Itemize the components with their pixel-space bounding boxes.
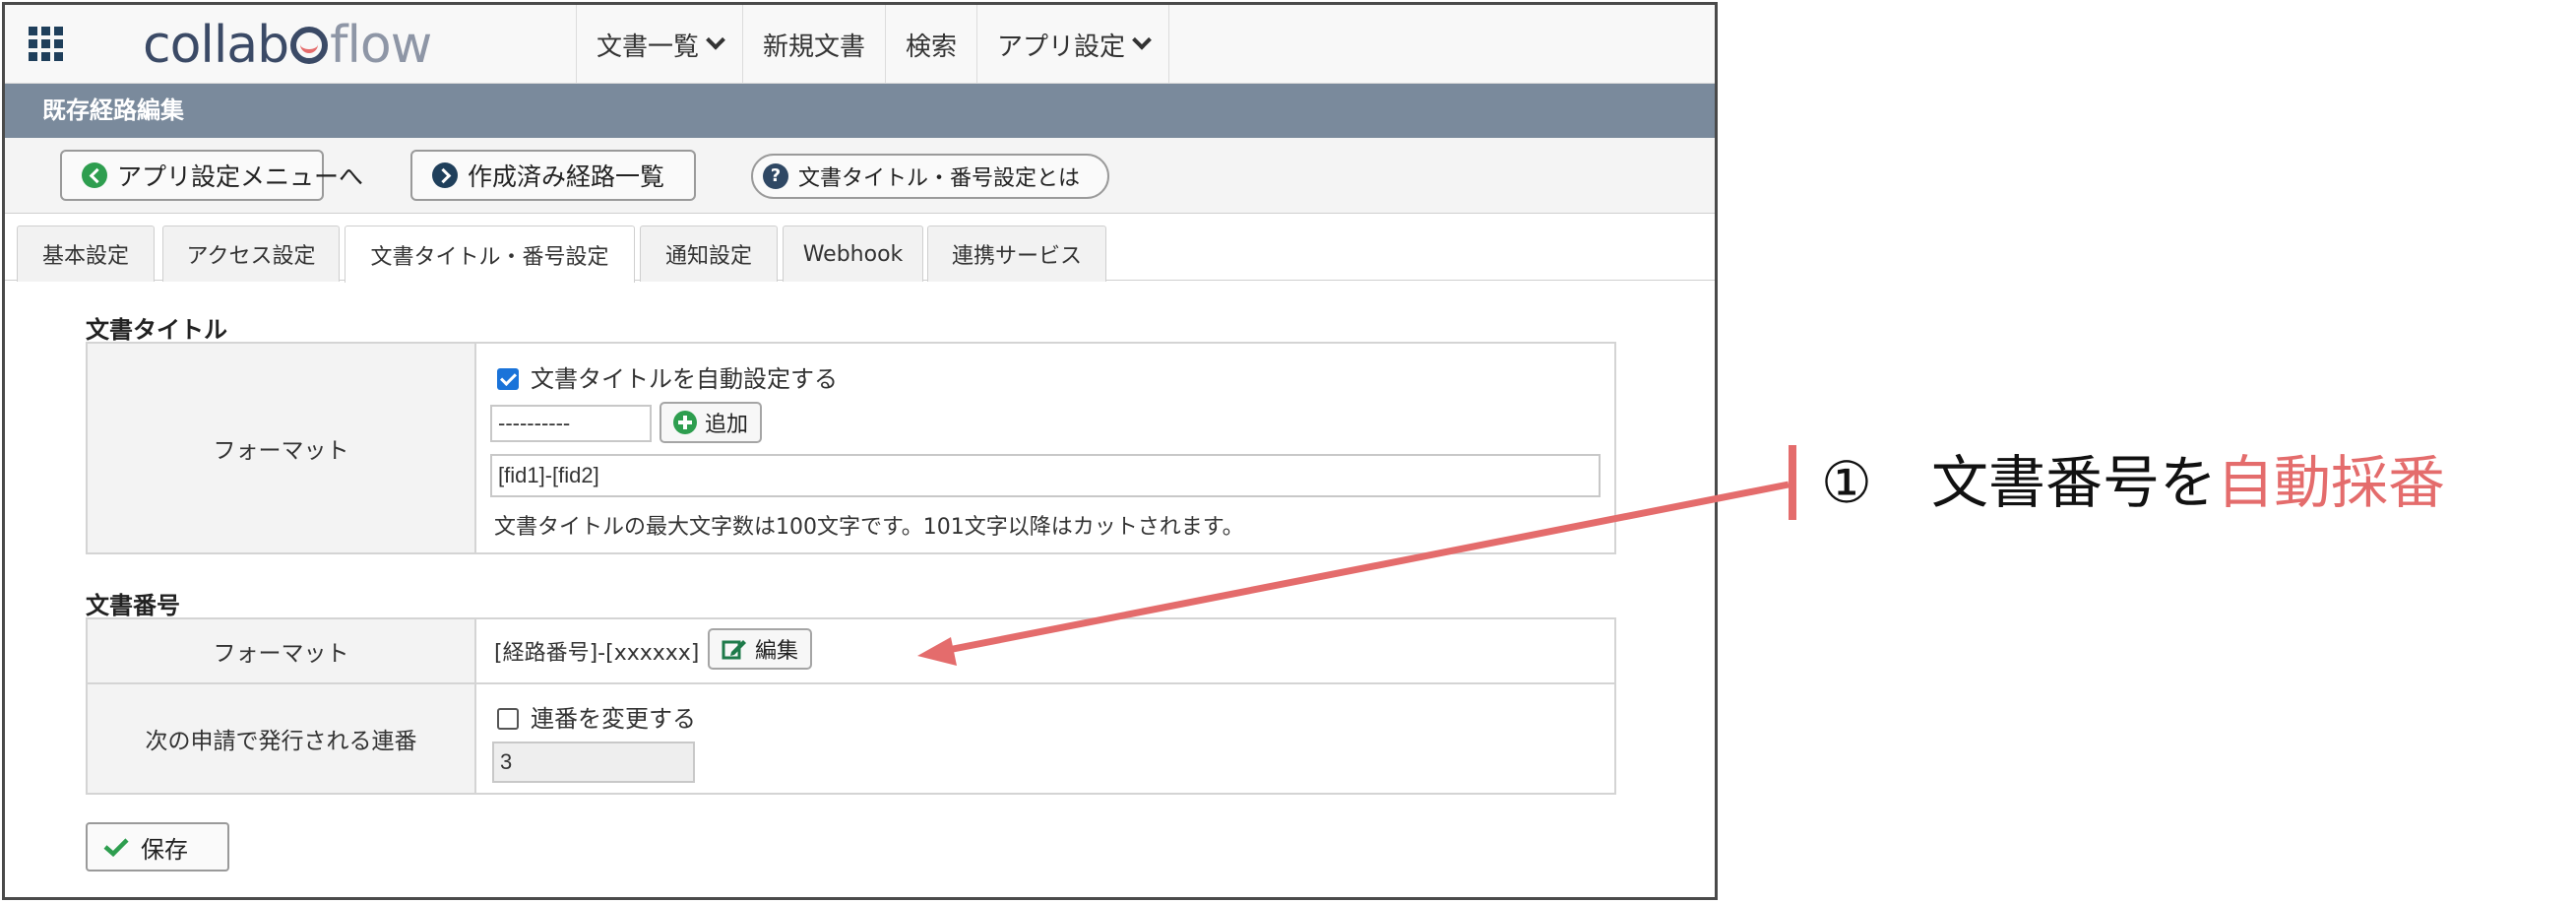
check-icon [103, 838, 129, 857]
tab-linked-services[interactable]: 連携サービス [927, 226, 1106, 282]
tab-label: 文書タイトル・番号設定 [370, 244, 609, 270]
arrow-left-circle-icon [82, 162, 107, 188]
doc-number-section-heading: 文書番号 [86, 592, 180, 619]
button-label: 編集 [755, 639, 799, 664]
annotation-number: ① [1821, 449, 1872, 516]
top-navbar: collab flow 文書一覧 新規文書 検索 アプリ設定 [5, 5, 1715, 84]
logo-text-flow: flow [330, 16, 432, 75]
doc-number-format-value: [経路番号]-[xxxxxx] [494, 641, 700, 666]
doc-number-table: フォーマット 次の申請で発行される連番 [86, 617, 1616, 795]
nav-item-new-document[interactable]: 新規文書 [742, 5, 885, 84]
button-label: 保存 [141, 835, 188, 864]
app-window: collab flow 文書一覧 新規文書 検索 アプリ設定 既存経路編集 アプリ… [2, 2, 1718, 900]
annotation-callout: ① 文書番号を自動採番 [1821, 443, 2445, 522]
annotation-highlight: 自動採番 [2217, 449, 2446, 516]
tab-notification-settings[interactable]: 通知設定 [640, 226, 778, 282]
button-label: 追加 [705, 413, 749, 437]
save-button[interactable]: 保存 [86, 822, 229, 872]
doc-title-section-heading: 文書タイトル [86, 316, 227, 344]
help-title-number-button[interactable]: ? 文書タイトル・番号設定とは [751, 154, 1109, 199]
field-select-input[interactable]: ---------- [490, 405, 652, 442]
chevron-down-icon [1132, 30, 1152, 50]
annotation-bar [1789, 445, 1796, 520]
arrow-right-circle-icon [432, 162, 458, 188]
title-length-note: 文書タイトルの最大文字数は100文字です。101文字以降はカットされます。 [494, 515, 1244, 540]
doc-title-format-label: フォーマット [86, 342, 476, 554]
tab-label: Webhook [802, 241, 904, 267]
route-list-button[interactable]: 作成済み経路一覧 [410, 150, 696, 201]
edit-number-format-button[interactable]: 編集 [708, 628, 813, 670]
change-sequence-checkbox-row[interactable]: 連番を変更する [497, 699, 696, 734]
question-circle-icon: ? [763, 163, 788, 189]
collaboflow-logo[interactable]: collab flow [143, 13, 432, 78]
next-sequence-label: 次の申請で発行される連番 [86, 682, 476, 795]
nav-menu: 文書一覧 新規文書 検索 アプリ設定 [576, 5, 1170, 84]
apps-grid-icon[interactable] [27, 25, 66, 64]
button-label: アプリ設定メニューへ [117, 162, 364, 191]
nav-item-label: アプリ設定 [997, 32, 1126, 62]
tab-webhook[interactable]: Webhook [783, 226, 923, 282]
doc-number-format-label: フォーマット [86, 617, 476, 684]
tab-label: アクセス設定 [186, 244, 316, 269]
tab-label: 基本設定 [41, 244, 129, 269]
sequence-number-input[interactable]: 3 [492, 742, 695, 783]
settings-tabs: 基本設定 アクセス設定 文書タイトル・番号設定 通知設定 Webhook 連携サ… [5, 214, 1715, 283]
edit-icon [722, 640, 746, 660]
add-field-button[interactable]: 追加 [660, 402, 763, 443]
page-title: 既存経路編集 [5, 84, 1715, 138]
chevron-down-icon [706, 30, 725, 50]
tab-label: 連携サービス [951, 244, 1082, 269]
nav-item-label: 新規文書 [763, 32, 866, 62]
nav-item-search[interactable]: 検索 [885, 5, 976, 84]
nav-item-app-settings[interactable]: アプリ設定 [976, 5, 1170, 84]
button-label: 文書タイトル・番号設定とは [798, 166, 1081, 191]
nav-item-label: 検索 [906, 32, 958, 62]
tab-access-settings[interactable]: アクセス設定 [162, 226, 340, 282]
action-button-row: アプリ設定メニューへ 作成済み経路一覧 ? 文書タイトル・番号設定とは [5, 138, 1715, 214]
tab-basic-settings[interactable]: 基本設定 [17, 226, 155, 282]
logo-text-main: collab [143, 16, 289, 75]
back-to-app-settings-button[interactable]: アプリ設定メニューへ [60, 150, 363, 201]
plus-circle-icon [673, 411, 697, 434]
tab-title-number-settings[interactable]: 文書タイトル・番号設定 [345, 226, 635, 283]
nav-item-label: 文書一覧 [597, 32, 700, 62]
auto-title-checkbox[interactable] [497, 368, 519, 390]
nav-item-documents[interactable]: 文書一覧 [576, 5, 742, 84]
change-sequence-checkbox-label: 連番を変更する [531, 705, 696, 733]
title-format-input[interactable]: [fid1]-[fid2] [490, 454, 1601, 497]
change-sequence-checkbox[interactable] [497, 708, 519, 730]
button-label: 作成済み経路一覧 [468, 162, 665, 191]
tab-label: 通知設定 [664, 244, 752, 269]
annotation-text: 文書番号を [1931, 449, 2218, 516]
auto-title-checkbox-label: 文書タイトルを自動設定する [531, 365, 838, 393]
logo-o-mark-icon [290, 27, 329, 64]
auto-title-checkbox-row[interactable]: 文書タイトルを自動設定する [497, 359, 838, 394]
